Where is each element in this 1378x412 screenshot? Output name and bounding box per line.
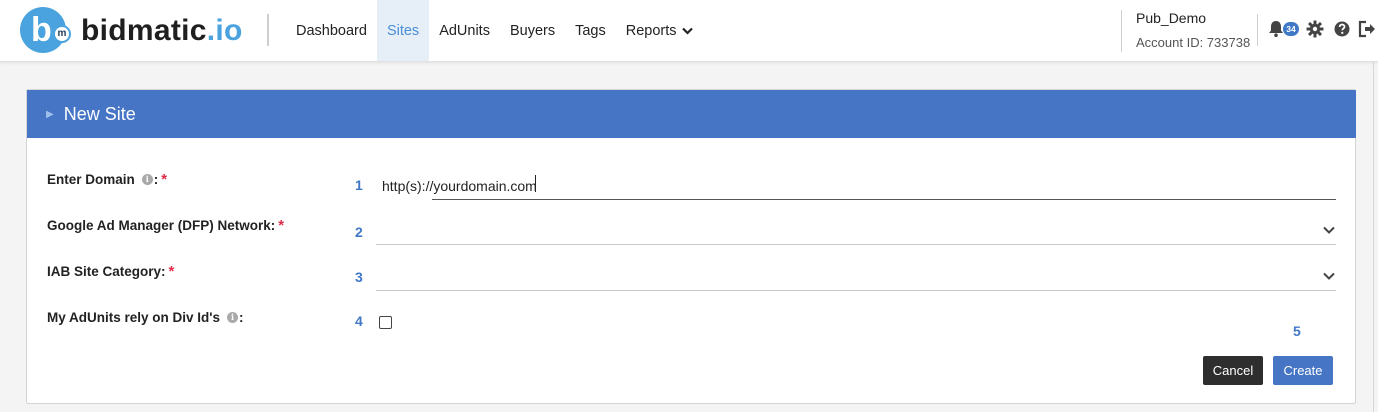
nav-item-tags[interactable]: Tags	[565, 0, 616, 61]
nav-item-adunits[interactable]: AdUnits	[429, 0, 500, 61]
nav-item-reports[interactable]: Reports	[616, 0, 703, 61]
divids-label-text: My AdUnits rely on Div Id's	[47, 310, 220, 325]
info-icon[interactable]: i	[141, 174, 153, 185]
create-button[interactable]: Create	[1273, 356, 1333, 385]
iab-label: IAB Site Category: *	[47, 263, 174, 280]
dfp-label: Google Ad Manager (DFP) Network: *	[47, 217, 284, 234]
divids-checkbox[interactable]	[379, 316, 392, 329]
logout-icon[interactable]	[1357, 19, 1377, 39]
step-number: 3	[355, 269, 363, 285]
chevron-down-icon	[681, 27, 693, 35]
step-number: 5	[1293, 323, 1301, 339]
domain-input-underline	[432, 199, 1336, 200]
nav-label: Reports	[625, 22, 677, 39]
dfp-network-select[interactable]	[376, 215, 1336, 245]
chevron-down-icon[interactable]	[1322, 223, 1336, 237]
text-caret	[535, 175, 536, 192]
brand-name-main: bidmatic	[81, 14, 207, 47]
help-icon[interactable]	[1332, 19, 1352, 39]
nav-item-sites[interactable]: Sites	[376, 0, 430, 61]
domain-label-colon: :	[153, 172, 159, 187]
required-marker: *	[168, 263, 175, 280]
logo-letter: b	[31, 11, 52, 49]
domain-input[interactable]	[376, 172, 1336, 200]
collapse-triangle-icon[interactable]: ▶	[46, 109, 54, 120]
account-id: Account ID: 733738	[1136, 35, 1251, 50]
divids-label-colon: :	[239, 310, 244, 325]
scrollbar-track[interactable]	[1373, 62, 1374, 412]
main-nav: Dashboard Sites AdUnits Buyers Tags Repo…	[286, 0, 703, 61]
card-header[interactable]: ▶ New Site	[27, 90, 1356, 138]
step-number: 4	[355, 313, 363, 329]
nav-label: AdUnits	[439, 22, 490, 39]
cancel-button[interactable]: Cancel	[1203, 356, 1263, 385]
nav-label: Tags	[575, 22, 606, 39]
card-title: New Site	[63, 103, 136, 124]
step-number: 1	[355, 177, 363, 193]
dfp-label-text: Google Ad Manager (DFP) Network:	[47, 218, 276, 233]
domain-label: Enter Domain i : *	[47, 171, 167, 188]
account-info[interactable]: Pub_Demo Account ID: 733738	[1121, 10, 1250, 52]
gear-icon[interactable]	[1305, 19, 1325, 39]
nav-label: Sites	[386, 22, 420, 39]
account-name: Pub_Demo	[1136, 10, 1207, 26]
nav-label: Buyers	[509, 22, 556, 39]
required-marker: *	[278, 217, 285, 234]
nav-item-dashboard[interactable]: Dashboard	[286, 0, 377, 61]
brand-name-accent: .io	[206, 14, 243, 47]
nav-divider	[267, 14, 269, 46]
iab-category-select[interactable]	[376, 261, 1336, 291]
notification-badge[interactable]: 34	[1283, 22, 1299, 36]
nav-item-buyers[interactable]: Buyers	[500, 0, 565, 61]
info-icon[interactable]: i	[227, 312, 238, 323]
iab-label-text: IAB Site Category:	[47, 264, 166, 279]
nav-label: Dashboard	[296, 22, 367, 39]
new-site-card: ▶ New Site Enter Domain i : * 1 Google A…	[26, 89, 1356, 404]
domain-label-text: Enter Domain	[47, 172, 135, 187]
required-marker: *	[161, 171, 168, 188]
divids-label: My AdUnits rely on Div Id's i :	[47, 310, 244, 325]
logo-sub-letter: m	[53, 25, 71, 43]
account-divider	[1257, 14, 1258, 46]
chevron-down-icon[interactable]	[1322, 269, 1336, 283]
logo-mark: b m	[20, 7, 71, 55]
brand-logo[interactable]: b m bidmatic.io	[20, 7, 243, 55]
top-navbar: b m bidmatic.io Dashboard Sites AdUnits …	[0, 0, 1378, 62]
brand-name: bidmatic.io	[81, 14, 243, 48]
step-number: 2	[355, 224, 363, 240]
